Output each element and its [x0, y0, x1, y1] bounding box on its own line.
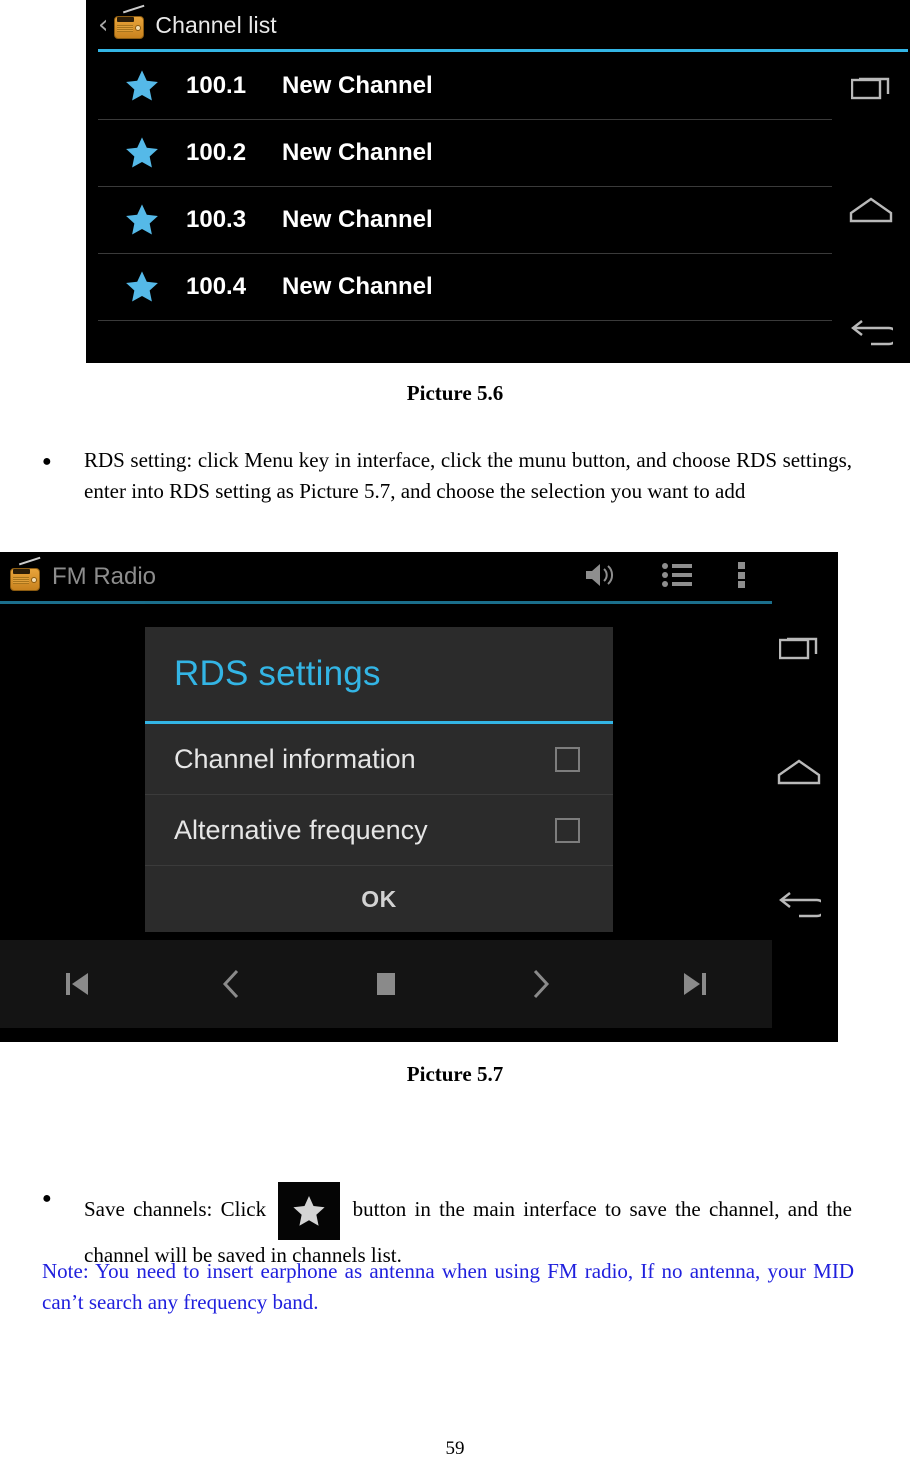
channel-list-title: Channel list	[155, 11, 277, 38]
channel-frequency: 100.3	[186, 206, 247, 233]
bullet-marker: ●	[42, 1190, 52, 1207]
channel-name: New Channel	[282, 273, 433, 300]
back-chevron-icon[interactable]: ‹	[98, 12, 108, 38]
channel-list-screenshot: ‹ Channel list 100.1 New Channel 100.2 N…	[86, 0, 910, 363]
channel-frequency: 100.1	[186, 72, 247, 99]
paragraph-save-channels-before: Save channels: Click	[84, 1196, 267, 1221]
fm-radio-accent-divider	[0, 601, 772, 604]
android-nav-column	[760, 552, 838, 1042]
back-icon[interactable]	[832, 305, 910, 363]
channel-list-rows: 100.1 New Channel 100.2 New Channel 100.…	[86, 53, 910, 363]
favorite-star-icon[interactable]	[124, 202, 160, 238]
android-nav-column	[832, 0, 910, 363]
home-icon[interactable]	[760, 742, 838, 802]
paragraph-rds-setting: RDS setting: click Menu key in interface…	[84, 448, 852, 503]
stop-icon[interactable]	[309, 969, 463, 999]
channel-frequency: 100.2	[186, 139, 247, 166]
figure-caption-5-6: Picture 5.6	[406, 381, 504, 405]
seek-backward-icon[interactable]	[154, 968, 308, 1000]
channel-name: New Channel	[282, 72, 433, 99]
alternative-frequency-checkbox[interactable]	[555, 817, 580, 843]
rds-dialog-title: RDS settings	[174, 654, 381, 693]
fm-radio-title: FM Radio	[52, 563, 157, 590]
overflow-menu-icon[interactable]	[738, 562, 746, 588]
fm-radio-header-actions	[584, 562, 746, 588]
save-channel-star-button-image	[278, 1182, 341, 1240]
channel-list-accent-divider	[98, 49, 908, 52]
rds-settings-dialog: RDS settings Channel information Alterna…	[145, 627, 613, 932]
seek-forward-icon[interactable]	[463, 968, 617, 1000]
ok-button[interactable]: OK	[145, 866, 613, 932]
table-row[interactable]: 100.3 New Channel	[98, 187, 832, 254]
rds-option-label: Alternative frequency	[174, 814, 428, 845]
rds-option-channel-information[interactable]: Channel information	[145, 724, 613, 795]
empty-row	[98, 321, 832, 363]
table-row[interactable]: 100.4 New Channel	[98, 254, 832, 321]
channel-frequency: 100.4	[186, 273, 247, 300]
speaker-icon[interactable]	[584, 562, 614, 588]
channel-name: New Channel	[282, 206, 433, 233]
channel-list-titlebar: ‹ Channel list	[86, 0, 910, 50]
fm-radio-app-icon	[10, 556, 43, 591]
channel-name: New Channel	[282, 139, 433, 166]
channel-list-icon[interactable]	[662, 563, 692, 587]
recent-apps-icon[interactable]	[760, 610, 838, 680]
rds-option-alternative-frequency[interactable]: Alternative frequency	[145, 795, 613, 866]
table-row[interactable]: 100.2 New Channel	[98, 120, 832, 187]
skip-previous-icon[interactable]	[0, 970, 154, 998]
fm-radio-transport-bar	[0, 940, 772, 1028]
back-icon[interactable]	[760, 877, 838, 935]
fm-radio-titlebar: FM Radio	[0, 552, 838, 602]
note-paragraph: Note: You need to insert earphone as ant…	[42, 1259, 854, 1314]
fm-radio-app-icon	[114, 4, 148, 39]
rds-dialog-header: RDS settings	[145, 627, 613, 724]
favorite-star-icon[interactable]	[124, 135, 160, 171]
favorite-star-icon[interactable]	[124, 269, 160, 305]
fm-radio-rds-screenshot: FM Radio RDS settings Channel informatio…	[0, 552, 838, 1042]
channel-information-checkbox[interactable]	[555, 746, 580, 772]
rds-option-label: Channel information	[174, 743, 416, 774]
table-row[interactable]: 100.1 New Channel	[98, 53, 832, 120]
favorite-star-icon[interactable]	[124, 68, 160, 104]
page-number: 59	[445, 1438, 465, 1459]
bullet-marker: ●	[42, 453, 52, 470]
skip-next-icon[interactable]	[618, 970, 772, 998]
recent-apps-icon[interactable]	[832, 50, 910, 120]
figure-caption-5-7: Picture 5.7	[406, 1062, 504, 1086]
home-icon[interactable]	[832, 180, 910, 240]
